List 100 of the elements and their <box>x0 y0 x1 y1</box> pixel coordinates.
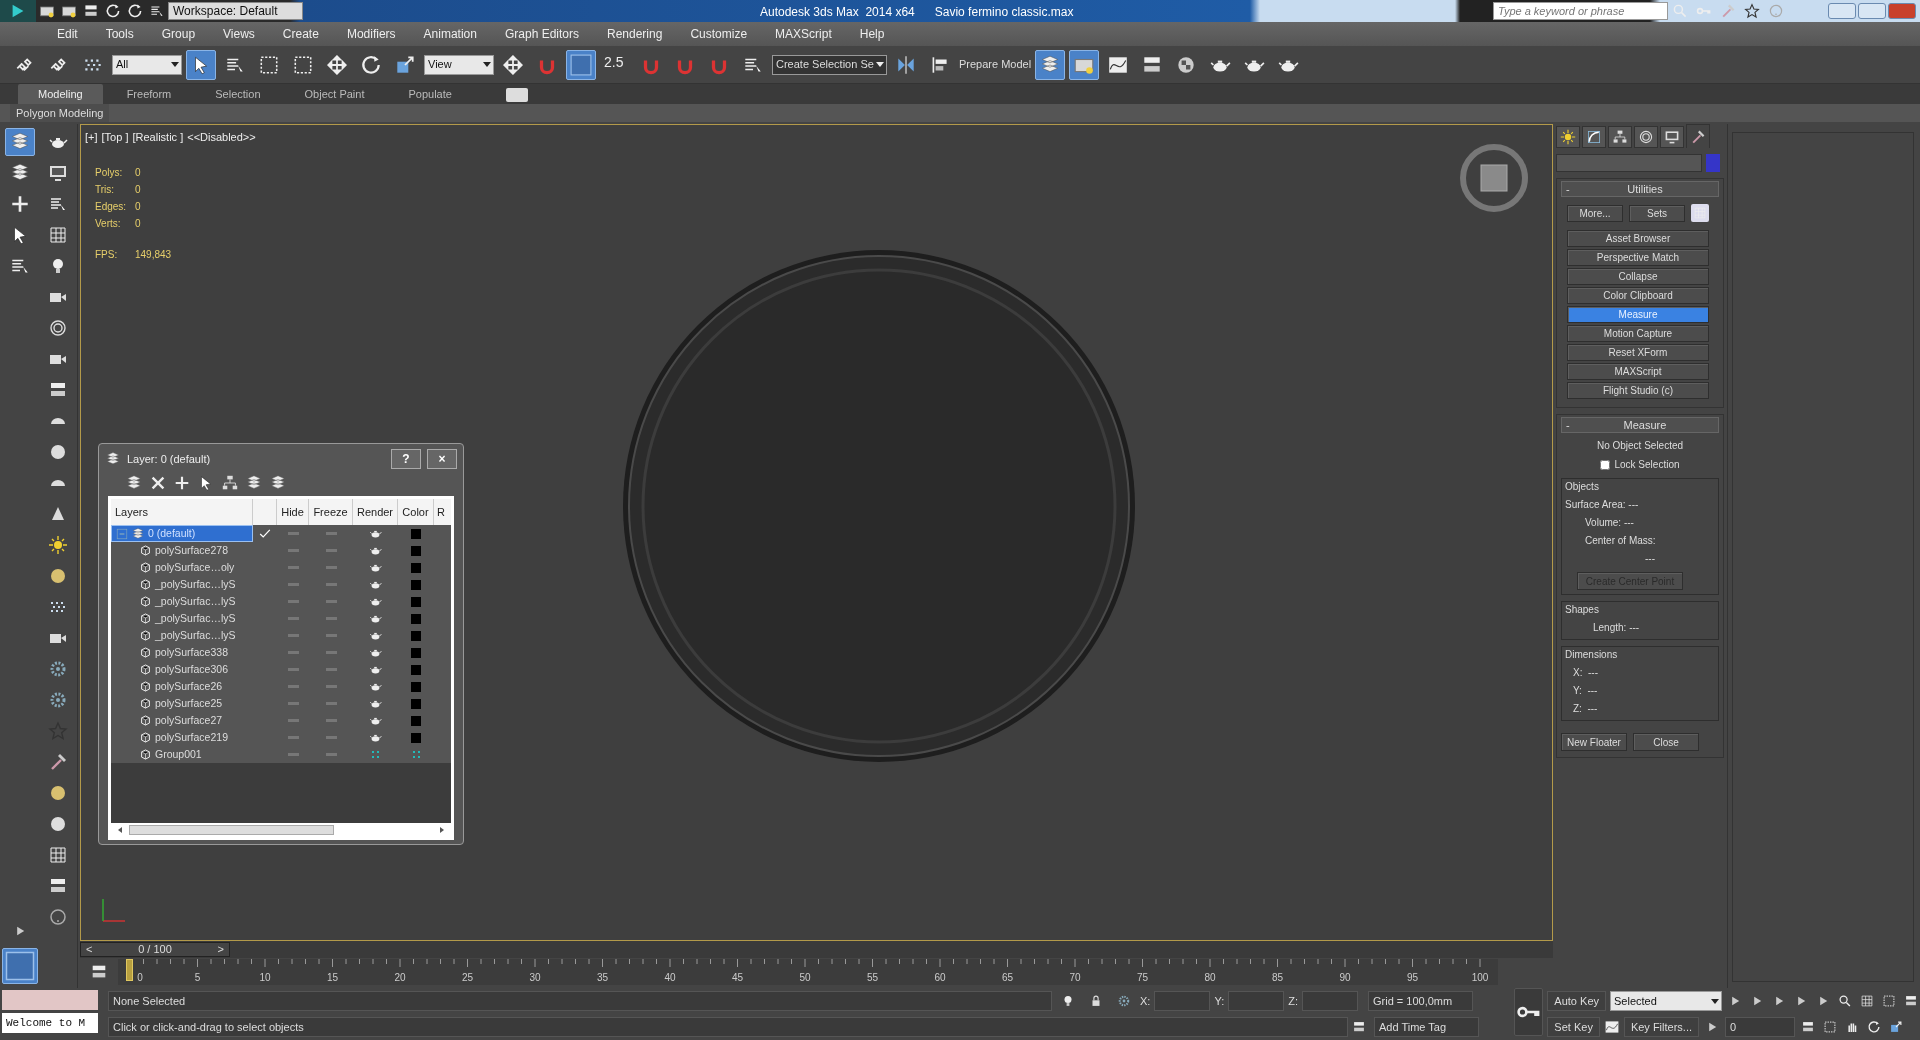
maximize-button[interactable] <box>1858 3 1886 19</box>
freeze-toggle[interactable] <box>325 702 337 705</box>
rollout-button[interactable]: Close <box>1633 733 1699 751</box>
dashed-rectangle-icon[interactable] <box>1823 1020 1837 1034</box>
panel-icon[interactable] <box>5 951 35 981</box>
scale-icon[interactable] <box>394 53 416 76</box>
set-key-button[interactable]: Set Key <box>1547 1017 1600 1037</box>
viewport-label[interactable]: [+] <box>85 129 98 146</box>
panel-tab[interactable] <box>1608 126 1632 148</box>
key-set-dropdown[interactable]: Selected <box>1610 991 1722 1011</box>
sets-button[interactable]: Sets <box>1629 205 1685 222</box>
mixed-state-icon[interactable] <box>372 751 379 758</box>
menu-item[interactable]: Modifiers <box>332 25 410 43</box>
utility-button[interactable]: Reset XForm <box>1567 344 1709 361</box>
zoom-icon[interactable] <box>1838 994 1852 1008</box>
dashed-rectangle-icon[interactable] <box>1882 994 1896 1008</box>
lock-selection-checkbox[interactable] <box>1600 459 1611 470</box>
object-color-swatch[interactable] <box>1706 154 1720 172</box>
hide-toggle[interactable] <box>287 685 299 688</box>
curve-graph-icon[interactable] <box>1603 1019 1620 1035</box>
more-button[interactable]: More... <box>1567 205 1623 222</box>
hide-toggle[interactable] <box>287 736 299 739</box>
ribbon-options-button[interactable] <box>505 88 528 102</box>
rollout-header[interactable]: - Measure <box>1561 417 1719 433</box>
frame-field[interactable]: 0 <box>1725 1017 1795 1037</box>
color-swatch[interactable] <box>411 630 421 641</box>
hide-toggle[interactable] <box>287 702 299 705</box>
listener-input[interactable] <box>2 990 98 1010</box>
panel-tab[interactable] <box>1556 126 1580 148</box>
rotate-icon[interactable] <box>127 3 143 19</box>
ribbon-tab[interactable]: Modeling <box>18 83 103 104</box>
z-coordinate-field[interactable] <box>1302 991 1358 1011</box>
color-swatch[interactable] <box>411 732 421 743</box>
color-swatch[interactable] <box>411 647 421 658</box>
monitor-icon[interactable] <box>47 163 68 183</box>
y-coordinate-field[interactable] <box>1228 991 1285 1011</box>
freeze-toggle[interactable] <box>325 753 337 756</box>
viewport-label[interactable]: [Top ] <box>101 129 129 146</box>
viewport-label[interactable]: [Realistic ] <box>132 129 184 146</box>
hide-toggle[interactable] <box>287 668 299 671</box>
rollout-button[interactable]: New Floater <box>1561 733 1627 751</box>
hide-toggle[interactable] <box>287 532 299 535</box>
rollout-header[interactable]: - Utilities <box>1561 181 1719 197</box>
search-field[interactable]: Type a keyword or phrase <box>1493 2 1668 20</box>
menu-item[interactable]: Graph Editors <box>490 25 593 43</box>
scrollbar-thumb[interactable] <box>129 825 334 835</box>
layers-icon[interactable] <box>125 474 143 492</box>
menu-item[interactable]: Animation <box>409 25 491 43</box>
time-slider-track[interactable]: < 0 / 100 > <box>80 941 1553 958</box>
x-coordinate-field[interactable] <box>1154 991 1211 1011</box>
snap-toggle[interactable]: 2.5 <box>600 49 632 80</box>
utility-button[interactable]: Flight Studio (c) <box>1567 382 1709 399</box>
scale-icon[interactable] <box>1889 1020 1903 1034</box>
close-button[interactable]: × <box>427 449 457 469</box>
utility-button[interactable]: Color Clipboard <box>1567 287 1709 304</box>
menu-item[interactable]: Edit <box>43 25 92 43</box>
color-swatch[interactable] <box>411 528 421 539</box>
ribbon-tab[interactable]: Object Paint <box>284 83 385 104</box>
freeze-toggle[interactable] <box>325 532 337 535</box>
rotate-icon[interactable] <box>1867 1020 1881 1034</box>
column-header[interactable]: R <box>434 499 448 525</box>
key-filters-button[interactable]: Key Filters... <box>1623 1017 1699 1037</box>
color-swatch[interactable] <box>411 562 421 573</box>
menu-item[interactable]: Help <box>845 25 899 43</box>
concentric-circles-icon[interactable] <box>47 318 68 338</box>
freeze-toggle[interactable] <box>325 651 337 654</box>
freeze-toggle[interactable] <box>325 617 337 620</box>
add-time-tag-field[interactable]: Add Time Tag <box>1374 1017 1479 1037</box>
menu-item[interactable]: Rendering <box>593 25 677 43</box>
utility-button[interactable]: Asset Browser <box>1567 230 1709 247</box>
color-swatch[interactable] <box>411 715 421 726</box>
freeze-toggle[interactable] <box>325 600 337 603</box>
utility-button[interactable]: Motion Capture <box>1567 325 1709 342</box>
app-logo[interactable] <box>0 0 36 22</box>
color-swatch[interactable] <box>411 596 421 607</box>
check-icon[interactable] <box>259 527 271 540</box>
freeze-toggle[interactable] <box>325 668 337 671</box>
color-swatch[interactable] <box>411 681 421 692</box>
name-field[interactable] <box>1556 154 1702 172</box>
panel-tab[interactable] <box>1582 126 1606 148</box>
hide-toggle[interactable] <box>287 651 299 654</box>
hide-toggle[interactable] <box>287 566 299 569</box>
color-swatch[interactable] <box>411 613 421 624</box>
checkbox-label[interactable]: Lock Selection <box>1614 457 1680 472</box>
move-icon[interactable] <box>502 53 524 76</box>
menu-item[interactable]: Views <box>209 25 269 43</box>
layer-name[interactable]: 0 (default) <box>111 525 253 542</box>
plus-icon[interactable] <box>173 474 191 492</box>
hide-toggle[interactable] <box>287 583 299 586</box>
folder-icon[interactable] <box>39 3 55 19</box>
color-swatch[interactable] <box>411 664 421 675</box>
color-swatch[interactable] <box>411 545 421 556</box>
grid-icon[interactable] <box>1860 994 1874 1008</box>
rotate-icon[interactable] <box>105 3 121 19</box>
ribbon-tab[interactable]: Populate <box>388 83 472 104</box>
viewcube-icon[interactable] <box>1460 144 1528 212</box>
hide-toggle[interactable] <box>287 719 299 722</box>
hide-toggle[interactable] <box>287 753 299 756</box>
viewport[interactable] <box>80 124 1553 941</box>
workspace-dropdown[interactable]: Workspace: Default <box>168 2 303 20</box>
